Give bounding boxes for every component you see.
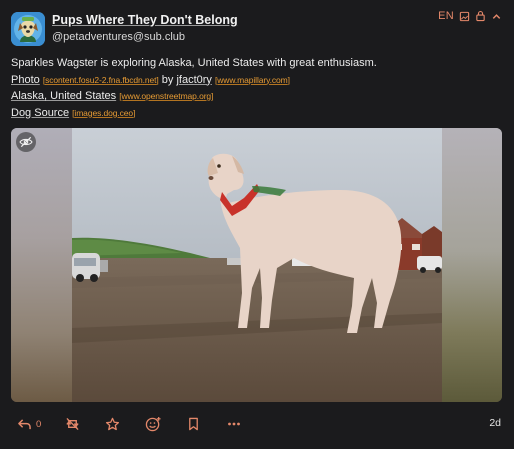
language-badge: EN <box>438 10 454 22</box>
media-blur-right <box>442 128 502 402</box>
location-link[interactable]: Alaska, United States <box>11 90 116 102</box>
action-bar: 0 <box>0 413 514 437</box>
dog-source-link[interactable]: Dog Source <box>11 107 69 119</box>
avatar-dog-icon <box>11 12 45 46</box>
media-attachment[interactable] <box>11 128 502 402</box>
image-icon <box>459 11 470 22</box>
bookmark-button[interactable] <box>187 413 200 435</box>
post: Pups Where They Don't Belong @petadventu… <box>0 0 514 449</box>
dog-source-line: Dog Source [images.dog.ceo] <box>11 105 503 122</box>
photo-by-text: by <box>161 73 174 86</box>
eye-off-icon <box>19 136 33 148</box>
boost-icon <box>66 417 79 431</box>
photo-credit-line: Photo [scontent.fosu2-2.fna.fbcdn.net] b… <box>11 72 503 89</box>
add-reaction-icon <box>145 416 161 432</box>
more-button[interactable] <box>227 413 241 435</box>
lock-icon <box>475 10 486 22</box>
location-source-domain: [www.openstreetmap.org] <box>119 91 214 101</box>
photo-source-domain: [scontent.fosu2-2.fna.fbcdn.net] <box>42 74 159 85</box>
avatar[interactable] <box>11 12 45 46</box>
status-text: Sparkles Wagster is exploring Alaska, Un… <box>11 57 377 69</box>
hide-media-button[interactable] <box>16 132 36 152</box>
reply-icon <box>18 418 31 429</box>
dog-source-domain: [images.dog.ceo] <box>72 107 136 118</box>
reply-button[interactable]: 0 <box>17 413 41 435</box>
display-name[interactable]: Pups Where They Don't Belong <box>52 13 238 27</box>
photo-author-source-domain: [www.mapillary.com] <box>214 74 290 85</box>
photo-link[interactable]: Photo <box>11 74 40 86</box>
reply-count: 0 <box>36 418 42 430</box>
post-content: Sparkles Wagster is exploring Alaska, Un… <box>11 55 503 121</box>
dog-in-alaska-photo <box>72 128 442 402</box>
location-line: Alaska, United States [www.openstreetmap… <box>11 88 503 105</box>
chevron-up-icon[interactable] <box>491 11 502 22</box>
bookmark-icon <box>189 417 198 431</box>
relative-timestamp[interactable]: 2d <box>489 417 501 429</box>
post-meta: EN <box>438 10 502 22</box>
star-icon <box>105 417 120 431</box>
boost-button[interactable] <box>65 413 80 435</box>
add-reaction-button[interactable] <box>145 413 162 435</box>
account-handle[interactable]: @petadventures@sub.club <box>52 31 185 43</box>
more-icon <box>228 422 240 426</box>
photo-author-link[interactable]: jfact0ry <box>176 74 211 86</box>
favourite-button[interactable] <box>105 413 120 435</box>
media-blur-left <box>11 128 72 402</box>
